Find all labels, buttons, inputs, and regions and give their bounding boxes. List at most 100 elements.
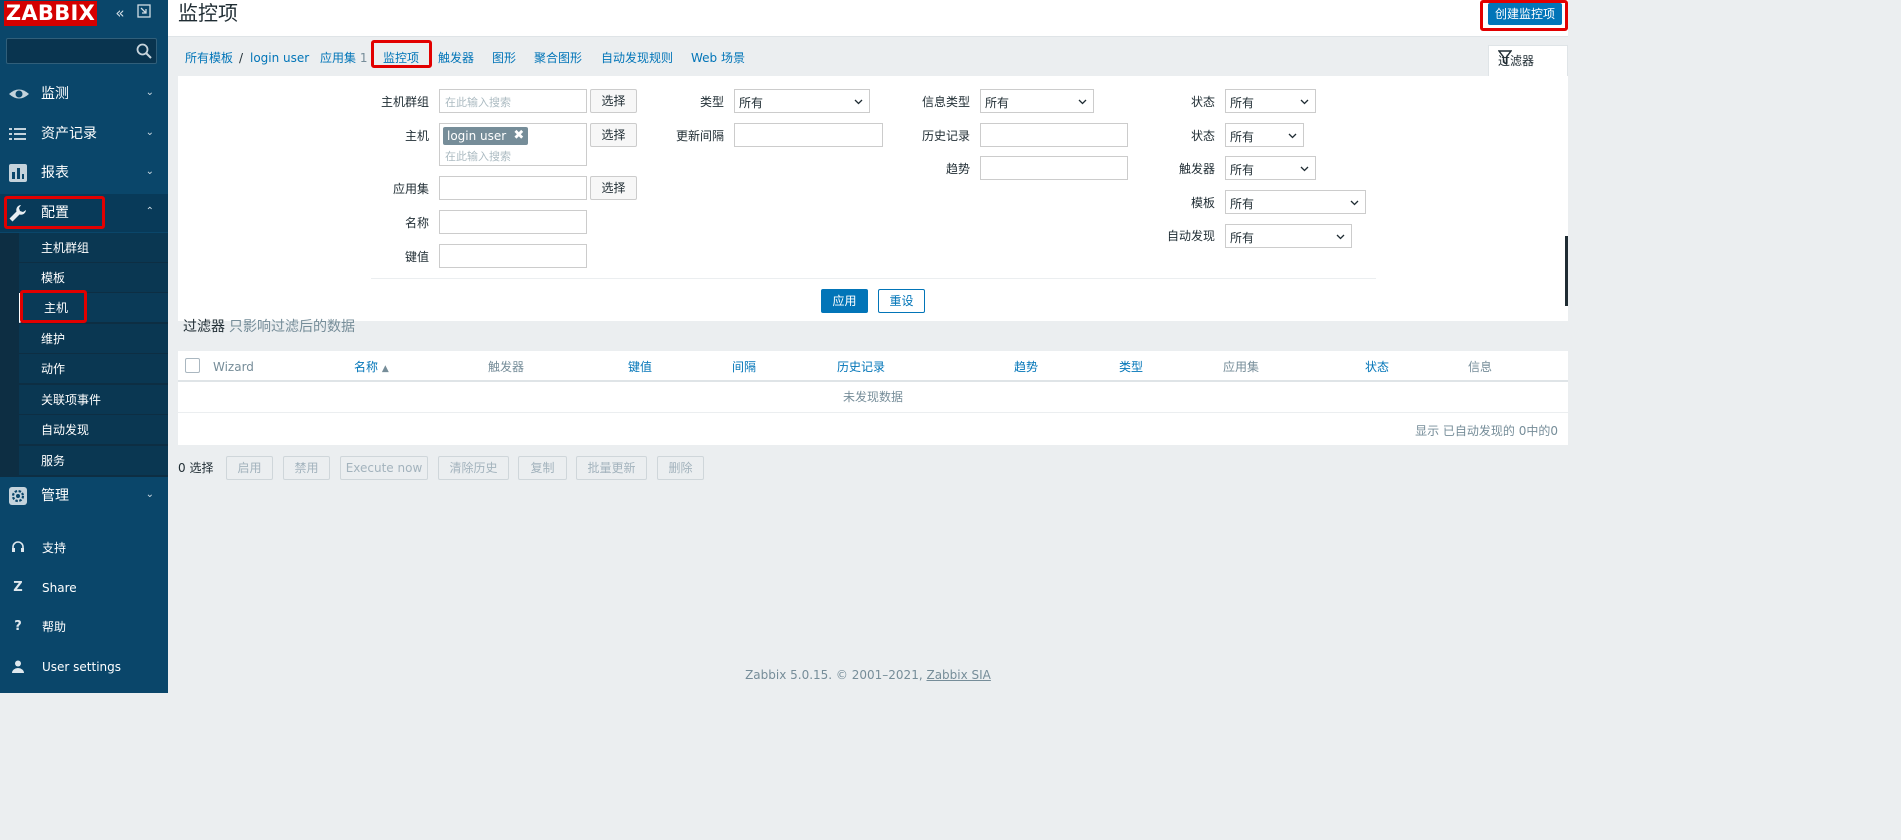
support-label: 支持 bbox=[42, 541, 67, 555]
page-title: 监控项 bbox=[178, 1, 238, 25]
scrollbar-thumb[interactable] bbox=[1565, 236, 1568, 306]
template-select-value: 所有 bbox=[1230, 197, 1255, 211]
submenu-event-correlation[interactable]: 关联项事件 bbox=[19, 385, 168, 415]
copy-button[interactable]: 复制 bbox=[518, 456, 567, 480]
sidebar: ZABBIX « 监测 ⌄ 资产记录 ⌄ 报表 ⌄ 配置 ⌃ 主机群组 模板 主… bbox=[0, 0, 168, 693]
update-interval-input[interactable] bbox=[734, 123, 883, 147]
create-item-button[interactable]: 创建监控项 bbox=[1488, 3, 1562, 25]
user-settings-link[interactable]: User settings bbox=[0, 652, 168, 682]
search-icon[interactable] bbox=[136, 43, 152, 59]
enable-button[interactable]: 启用 bbox=[226, 456, 273, 480]
submenu-label: 服务 bbox=[41, 454, 66, 468]
host-groups-select-button[interactable]: 选择 bbox=[590, 89, 637, 113]
discovery-label: 自动发现 bbox=[1166, 229, 1215, 243]
tab-applications[interactable]: 应用集 1 bbox=[320, 50, 367, 66]
status-select-value: 所有 bbox=[1230, 130, 1255, 144]
filter-toggle-tab[interactable]: 过滤器 bbox=[1488, 45, 1568, 78]
info-type-label: 信息类型 bbox=[921, 95, 970, 109]
column-key[interactable]: 键值 bbox=[628, 360, 652, 374]
delete-button[interactable]: 删除 bbox=[657, 456, 704, 480]
menu-inventory[interactable]: 资产记录 ⌄ bbox=[0, 115, 168, 153]
help-link[interactable]: ? 帮助 bbox=[0, 612, 168, 642]
submenu-hosts[interactable]: 主机 bbox=[19, 293, 168, 323]
tab-items[interactable]: 监控项 bbox=[383, 50, 419, 66]
collapse-sidebar-icon[interactable]: « bbox=[112, 4, 128, 22]
execute-now-button[interactable]: Execute now bbox=[340, 456, 428, 480]
status-select[interactable]: 所有 bbox=[1225, 123, 1304, 147]
tab-discovery-rules[interactable]: 自动发现规则 bbox=[601, 50, 673, 66]
column-interval[interactable]: 间隔 bbox=[732, 360, 756, 374]
column-history[interactable]: 历史记录 bbox=[837, 360, 885, 374]
template-select[interactable]: 所有 bbox=[1225, 190, 1366, 214]
trends-input[interactable] bbox=[980, 156, 1128, 180]
submenu-maintenance[interactable]: 维护 bbox=[19, 324, 168, 354]
submenu-services[interactable]: 服务 bbox=[19, 446, 168, 476]
tab-triggers[interactable]: 触发器 bbox=[438, 50, 474, 66]
menu-configuration[interactable]: 配置 ⌃ bbox=[0, 194, 168, 232]
type-select[interactable]: 所有 bbox=[734, 89, 870, 113]
name-input[interactable] bbox=[439, 210, 587, 234]
triggers-select-value: 所有 bbox=[1230, 163, 1255, 177]
submenu-templates[interactable]: 模板 bbox=[19, 263, 168, 293]
breadcrumb-all-templates[interactable]: 所有模板 bbox=[185, 50, 233, 66]
chevron-down-icon bbox=[1336, 230, 1345, 240]
select-all-checkbox[interactable] bbox=[185, 358, 200, 373]
sidebar-search-input[interactable] bbox=[6, 38, 157, 64]
submenu-discovery[interactable]: 自动发现 bbox=[19, 415, 168, 445]
breadcrumb-separator: / bbox=[239, 51, 244, 65]
applications-select-button[interactable]: 选择 bbox=[590, 176, 637, 200]
chevron-down-icon: ⌄ bbox=[145, 87, 154, 98]
applications-input[interactable] bbox=[439, 176, 587, 200]
footer-company-link[interactable]: Zabbix SIA bbox=[926, 668, 990, 682]
mass-update-button[interactable]: 批量更新 bbox=[576, 456, 647, 480]
host-groups-input[interactable]: 在此输入搜索 bbox=[439, 89, 587, 113]
state-select[interactable]: 所有 bbox=[1225, 89, 1316, 113]
kiosk-mode-icon[interactable] bbox=[136, 4, 152, 22]
hosts-multiselect[interactable]: login user ✖ 在此输入搜索 bbox=[439, 123, 587, 166]
applications-label: 应用集 bbox=[392, 182, 429, 196]
menu-reports-label: 报表 bbox=[41, 165, 69, 181]
column-trends[interactable]: 趋势 bbox=[1014, 360, 1038, 374]
share-link[interactable]: Z Share bbox=[0, 573, 168, 603]
info-type-select[interactable]: 所有 bbox=[980, 89, 1094, 113]
column-status[interactable]: 状态 bbox=[1365, 360, 1389, 374]
apply-filter-button[interactable]: 应用 bbox=[821, 289, 868, 313]
remove-tag-icon[interactable]: ✖ bbox=[513, 127, 524, 145]
chevron-down-icon bbox=[1288, 129, 1297, 139]
menu-administration[interactable]: 管理 ⌄ bbox=[0, 477, 168, 515]
tab-screens[interactable]: 聚合图形 bbox=[534, 50, 582, 66]
history-label: 历史记录 bbox=[921, 129, 970, 143]
trends-label: 趋势 bbox=[945, 162, 970, 176]
selected-count: 0 选择 bbox=[178, 461, 214, 475]
column-name-label: 名称 bbox=[354, 360, 379, 374]
submenu-host-groups[interactable]: 主机群组 bbox=[19, 233, 168, 263]
filter-info: 过滤器 只影响过滤后的数据 bbox=[183, 318, 355, 336]
history-input[interactable] bbox=[980, 123, 1128, 147]
table-header: Wizard 名称 ▲ 触发器 键值 间隔 历史记录 趋势 类型 应用集 状态 … bbox=[178, 351, 1568, 382]
tab-web-scenarios[interactable]: Web 场景 bbox=[691, 50, 745, 66]
support-link[interactable]: 支持 bbox=[0, 533, 168, 563]
column-name[interactable]: 名称 ▲ bbox=[354, 360, 389, 376]
tab-graphs[interactable]: 图形 bbox=[492, 50, 516, 66]
submenu-actions[interactable]: 动作 bbox=[19, 354, 168, 384]
zabbix-logo[interactable]: ZABBIX bbox=[4, 1, 97, 26]
menu-reports[interactable]: 报表 ⌄ bbox=[0, 154, 168, 192]
triggers-select[interactable]: 所有 bbox=[1225, 156, 1316, 180]
page-footer: Zabbix 5.0.15. © 2001–2021, Zabbix SIA bbox=[168, 668, 1568, 682]
list-icon bbox=[8, 124, 28, 144]
key-input[interactable] bbox=[439, 244, 587, 268]
hosts-select-button[interactable]: 选择 bbox=[590, 123, 637, 147]
headset-icon bbox=[10, 540, 26, 556]
clear-history-button[interactable]: 清除历史 bbox=[438, 456, 509, 480]
sort-asc-icon: ▲ bbox=[381, 364, 389, 374]
discovery-select[interactable]: 所有 bbox=[1225, 224, 1352, 248]
column-triggers: 触发器 bbox=[488, 360, 525, 374]
menu-monitoring[interactable]: 监测 ⌄ bbox=[0, 75, 168, 113]
submenu-label: 自动发现 bbox=[41, 423, 90, 437]
breadcrumb-host[interactable]: login user bbox=[250, 50, 309, 66]
disable-button[interactable]: 禁用 bbox=[283, 456, 330, 480]
column-type[interactable]: 类型 bbox=[1119, 360, 1143, 374]
info-type-select-value: 所有 bbox=[985, 96, 1010, 110]
host-groups-label: 主机群组 bbox=[380, 95, 429, 109]
reset-filter-button[interactable]: 重设 bbox=[878, 289, 925, 313]
